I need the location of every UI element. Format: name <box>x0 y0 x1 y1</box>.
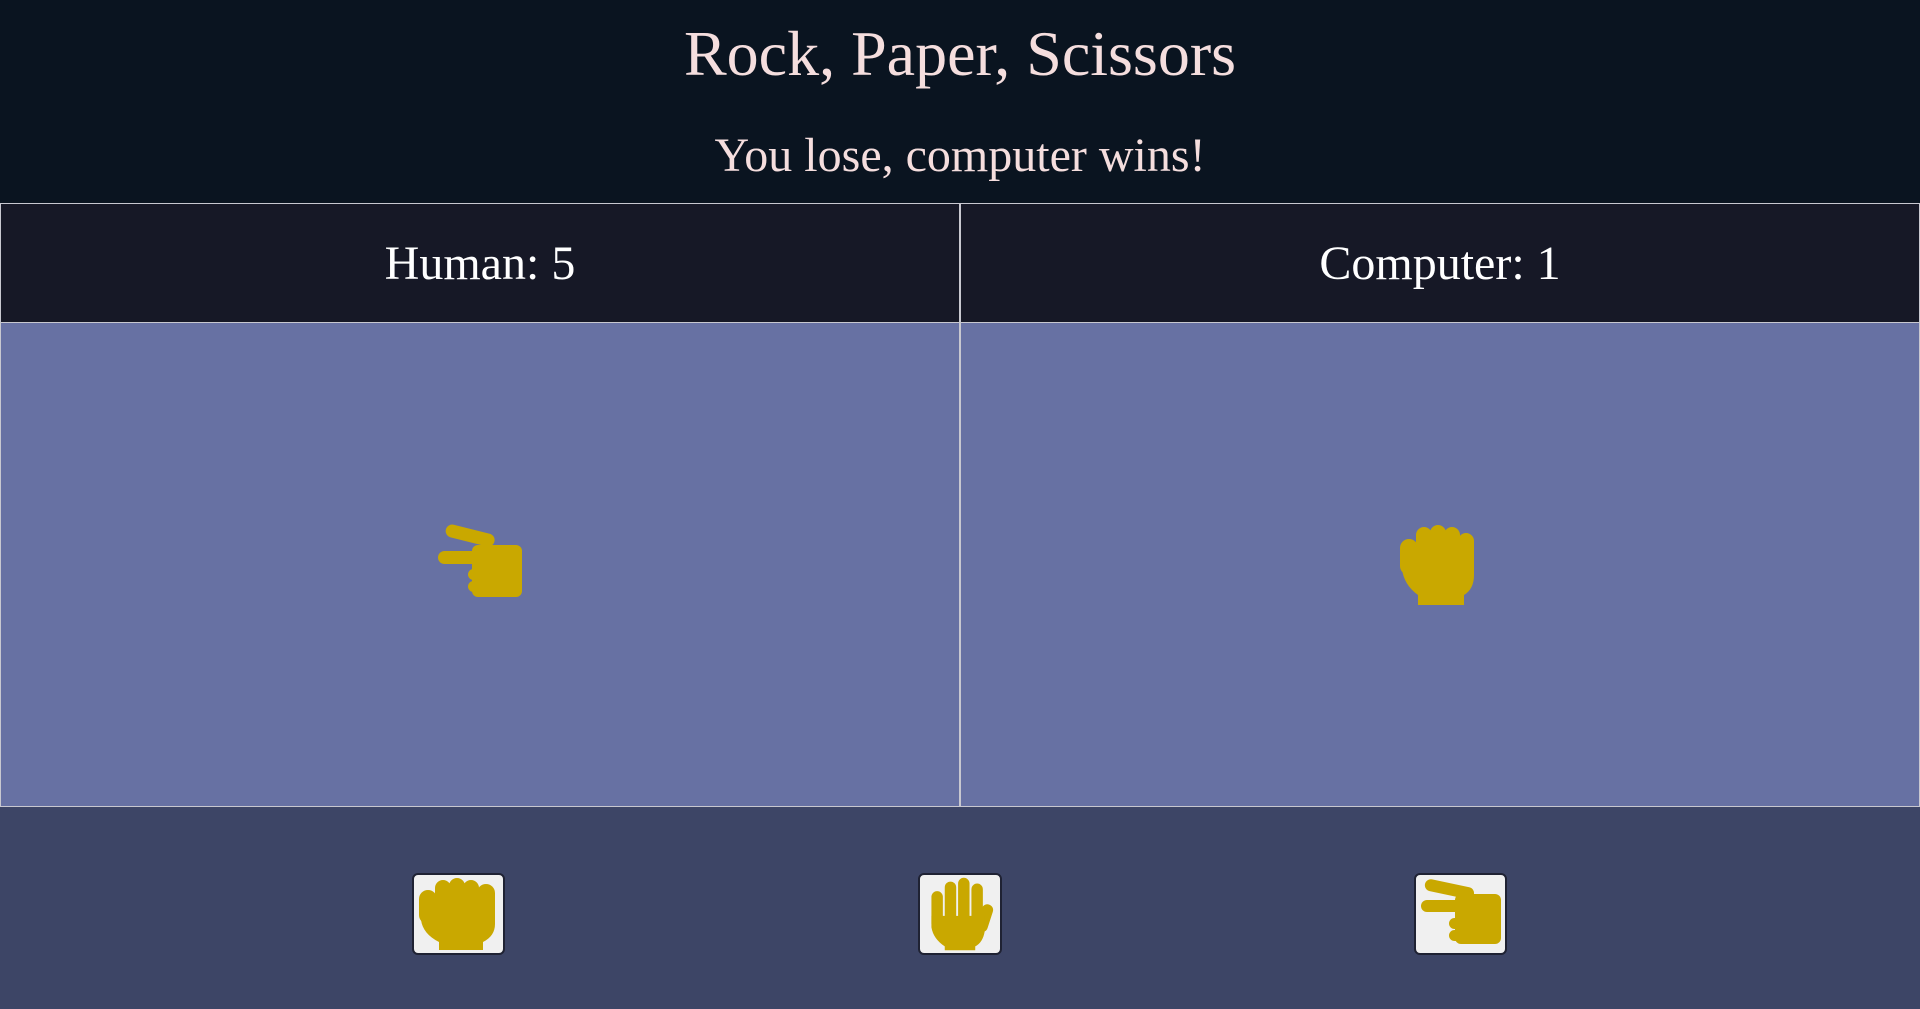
computer-score: Computer: 1 <box>961 204 1919 323</box>
game-title: Rock, Paper, Scissors <box>683 18 1237 89</box>
paper-hand-icon <box>931 877 994 951</box>
scissors-button[interactable] <box>1414 873 1507 955</box>
rock-button[interactable] <box>412 873 505 955</box>
computer-panel: Computer: 1 <box>960 203 1920 807</box>
rock-fist-icon <box>418 878 495 950</box>
paper-button[interactable] <box>918 873 1002 955</box>
human-choice-area <box>1 323 959 806</box>
choice-controls <box>0 807 1920 1009</box>
game-arena: Human: 5 Computer: 1 <box>0 203 1920 807</box>
game-header: Rock, Paper, Scissors You lose, computer… <box>0 0 1920 203</box>
scissors-hand-icon <box>438 524 522 597</box>
human-score: Human: 5 <box>1 204 959 323</box>
rock-fist-icon <box>1400 524 1474 605</box>
computer-choice-area <box>961 323 1919 806</box>
human-panel: Human: 5 <box>0 203 960 807</box>
scissors-hand-icon <box>1420 879 1501 944</box>
round-result: You lose, computer wins! <box>714 129 1206 182</box>
